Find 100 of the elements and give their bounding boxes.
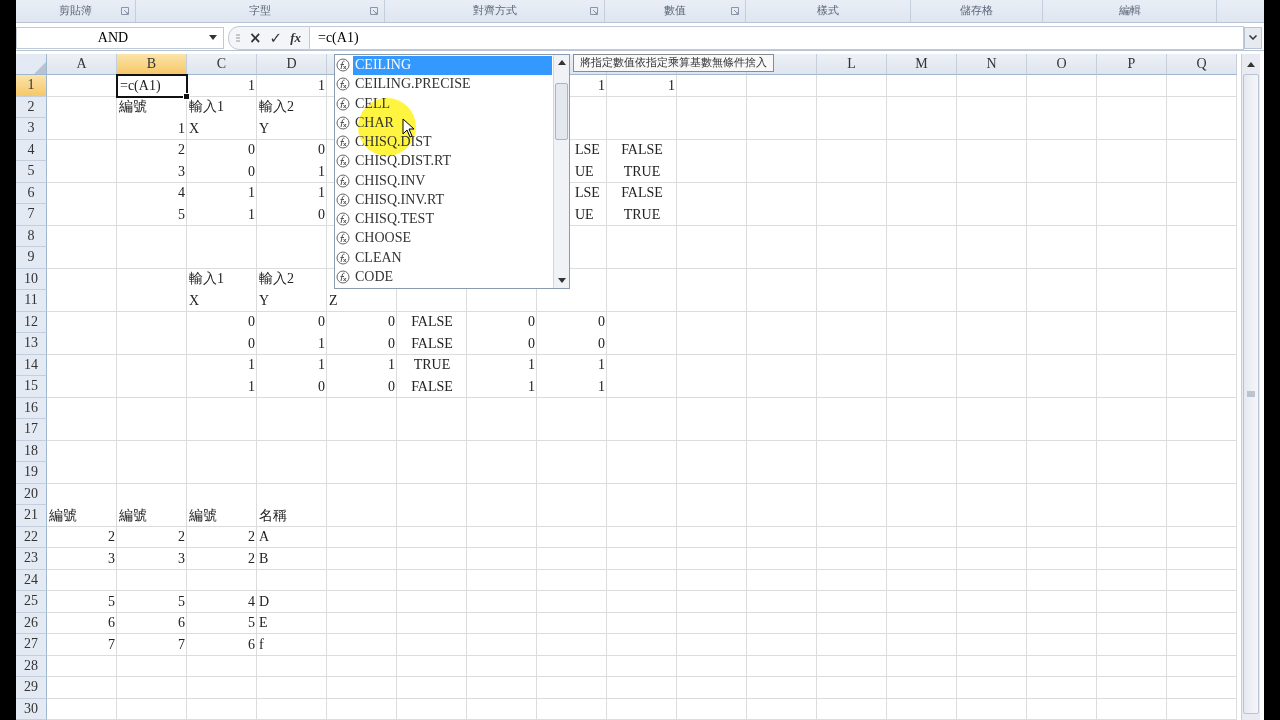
table-cell-text: 輸入1 [188,270,225,289]
table-cell-text: 5 [107,592,116,611]
row-header[interactable]: 14 [16,354,47,376]
column-header[interactable]: B [117,53,187,75]
row-header[interactable]: 6 [16,182,47,204]
table-cell-text: 輸入2 [258,98,295,117]
table-cell-text: 2 [107,528,116,547]
row-header[interactable]: 3 [16,118,47,140]
fill-handle[interactable] [183,92,190,100]
row-header[interactable]: 7 [16,204,47,226]
scroll-up-icon[interactable] [557,58,566,65]
table-cell-text: 0 [597,334,606,353]
table-cell-text: FALSE [410,377,454,396]
function-suggestion[interactable]: CHISQ.TEST [336,209,552,229]
enter-button[interactable]: ✓ [269,28,283,47]
table-cell-text: 5 [247,614,256,633]
table-cell-text: 2 [247,549,256,568]
row-header[interactable]: 24 [16,569,47,591]
dialog-launcher-icon[interactable] [731,7,739,15]
table-cell-text: 2 [247,528,256,547]
row-header[interactable]: 9 [16,247,47,269]
column-header[interactable]: L [817,53,887,75]
table-cell-text: 5 [177,205,186,224]
table-cell-text: FALSE [620,184,664,203]
row-header[interactable]: 19 [16,462,47,484]
table-cell-text: A [258,528,271,547]
table-cell-text: LSE [574,184,601,203]
formula-field[interactable]: =c(A1) [310,25,1244,50]
table-cell-text: UE [574,205,595,224]
row-header[interactable]: 16 [16,397,47,419]
name-box[interactable]: AND [16,26,224,49]
table-cell-text: 2 [177,141,186,160]
row-header[interactable]: 5 [16,161,47,183]
row-header[interactable]: 28 [16,655,47,677]
row-header[interactable]: 15 [16,376,47,398]
column-header[interactable]: D [257,53,327,75]
row-header[interactable]: 18 [16,440,47,462]
row-header[interactable]: 23 [16,548,47,570]
column-header[interactable]: C [187,53,257,75]
table-cell-text: X [188,119,201,138]
table-cell-text: 編號 [48,506,78,525]
column-header[interactable]: Q [1167,53,1237,75]
row-header[interactable]: 11 [16,290,47,312]
scroll-thumb[interactable] [1243,73,1259,714]
table-cell-text: 1 [317,76,326,95]
column-header[interactable]: P [1097,53,1167,75]
row-header[interactable]: 22 [16,526,47,548]
row-header[interactable]: 1 [16,75,47,97]
list-scrollbar[interactable] [553,54,569,288]
dialog-launcher-icon[interactable] [370,7,378,15]
function-suggestion[interactable]: CHISQ.DIST.RT [336,151,552,171]
function-suggestion[interactable]: CHISQ.INV.RT [336,190,552,210]
scroll-thumb[interactable] [555,82,568,140]
table-cell-text: 名稱 [258,506,288,525]
column-header[interactable]: A [47,53,117,75]
scroll-down-icon[interactable] [557,277,566,284]
vertical-scrollbar[interactable] [1241,53,1260,720]
table-cell-text: X [188,291,201,310]
row-header[interactable]: 30 [16,698,47,720]
row-header[interactable]: 17 [16,419,47,441]
row-header[interactable]: 10 [16,268,47,290]
column-header[interactable]: O [1027,53,1097,75]
expand-button[interactable] [1244,26,1262,49]
insert-function-button[interactable]: fx [290,29,301,46]
table-cell-text: 輸入1 [188,98,225,117]
table-cell-text: 1 [317,184,326,203]
row-header[interactable]: 8 [16,225,47,247]
caret-icon [209,35,217,40]
table-cell-text: 編號 [188,506,218,525]
active-cell[interactable]: =c(A1) [116,74,188,98]
row-header[interactable]: 4 [16,139,47,161]
column-header[interactable]: M [887,53,957,75]
ribbon-group-label: 數值 [664,3,686,19]
function-suggestion[interactable]: CODE [336,267,552,287]
cancel-button[interactable]: × [249,28,262,47]
ribbon-group-label: 樣式 [817,3,839,19]
table-cell-text: UE [574,162,595,181]
function-suggestion[interactable]: CLEAN [336,248,552,268]
function-suggestion[interactable]: CHISQ.INV [336,171,552,191]
row-header[interactable]: 12 [16,311,47,333]
table-cell-text: Y [258,291,271,310]
function-suggestion[interactable]: CEILING.PRECISE [336,74,552,94]
table-cell-text: 5 [177,592,186,611]
table-cell-text: TRUE [622,205,662,224]
table-cell-text: 6 [177,614,186,633]
row-header[interactable]: 13 [16,333,47,355]
row-header[interactable]: 20 [16,483,47,505]
row-header[interactable]: 29 [16,677,47,699]
table-cell-text: 0 [317,377,326,396]
dialog-launcher-icon[interactable] [590,7,598,15]
column-header[interactable]: N [957,53,1027,75]
row-header[interactable]: 26 [16,612,47,634]
dialog-launcher-icon[interactable] [121,7,129,15]
function-suggestion[interactable]: CHOOSE [336,228,552,248]
row-header[interactable]: 27 [16,634,47,656]
table-cell-text: 0 [387,313,396,332]
table-cell-text: 1 [177,119,186,138]
row-header[interactable]: 21 [16,505,47,527]
row-header[interactable]: 25 [16,591,47,613]
row-header[interactable]: 2 [16,96,47,118]
